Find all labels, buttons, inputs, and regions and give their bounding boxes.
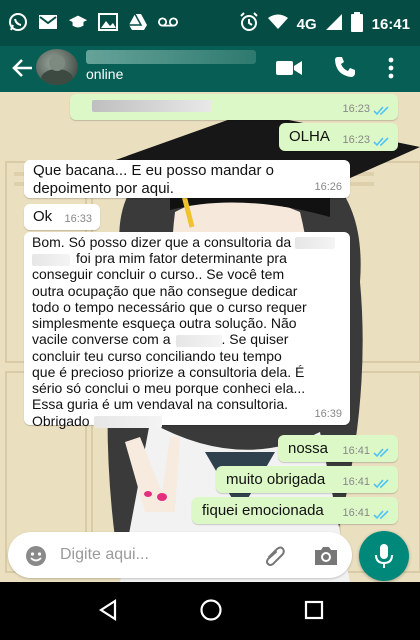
redacted-text [175, 334, 222, 347]
chat-area[interactable]: 16:23 OLHA 16:23 Que bacana... E eu poss… [0, 92, 420, 582]
message-time: 16:39 [314, 407, 342, 420]
message-bubble[interactable]: fiquei emocionada 16:41 [192, 497, 398, 524]
avatar[interactable] [36, 49, 78, 85]
read-ticks-icon [373, 106, 389, 116]
message-line: simplesmente esqueça outra solução. Não [32, 315, 297, 332]
system-nav-bar [0, 582, 420, 640]
nav-recent-icon[interactable] [303, 599, 325, 621]
message-time: 16:23 [342, 133, 370, 146]
message-bubble[interactable]: Que bacana... E eu posso mandar o depoim… [24, 160, 350, 198]
message-line: Obrigado [32, 413, 348, 429]
mail-icon [38, 12, 58, 32]
message-bubble[interactable]: Ok 16:33 [24, 204, 100, 230]
phone-icon[interactable] [333, 55, 357, 79]
message-line: concluir teu curso conciliando teu tempo [32, 347, 282, 364]
message-time: 16:41 [342, 506, 370, 519]
nav-home-icon[interactable] [199, 598, 223, 622]
message-text: Bom. Só posso dizer que a consultoria da… [32, 234, 348, 429]
message-time: 16:41 [342, 444, 370, 457]
message-line: vacile converse com a. Se quiser [32, 331, 289, 348]
read-ticks-icon [373, 448, 389, 458]
message-line: Bom. Só posso dizer que a consultoria da [32, 234, 348, 250]
message-text: fiquei emocionada [202, 502, 324, 519]
message-line: todo o tempo necessário que o curso requ… [32, 298, 307, 315]
clock: 16:41 [371, 15, 410, 33]
redacted-text [93, 415, 162, 428]
graduation-cap-icon [68, 12, 88, 32]
voicemail-icon [158, 12, 178, 32]
nav-back-icon[interactable] [97, 598, 119, 622]
message-bubble[interactable]: OLHA 16:23 [279, 123, 398, 151]
message-time: 16:41 [342, 475, 370, 488]
more-vert-icon[interactable] [385, 55, 397, 81]
mic-button[interactable] [359, 531, 409, 581]
gallery-icon [98, 12, 118, 32]
redacted-text [92, 100, 212, 112]
alarm-icon [239, 12, 259, 36]
attach-icon[interactable] [262, 543, 288, 569]
contact-status: online [86, 66, 124, 82]
redacted-text [32, 253, 70, 266]
message-time: 16:33 [64, 212, 92, 225]
message-bubble[interactable]: muito obrigada 16:41 [216, 466, 398, 493]
message-line: outra ocupação que não consegue dedicar [32, 282, 298, 299]
read-ticks-icon [373, 510, 389, 520]
system-indicators: 4G 16:41 [239, 12, 410, 36]
network-type: 4G [296, 15, 317, 33]
message-text: nossa [288, 440, 329, 457]
message-text: OLHA [289, 128, 330, 145]
message-line: foi pra mim fator determinante pra [32, 250, 348, 266]
signal-icon [325, 14, 342, 34]
whatsapp-icon [8, 12, 28, 32]
emoji-icon[interactable] [24, 544, 48, 568]
message-input-container: Digite aqui... [8, 532, 352, 578]
message-bubble[interactable]: Bom. Só posso dizer que a consultoria da… [24, 232, 350, 429]
redacted-text [295, 237, 336, 250]
read-ticks-icon [373, 137, 389, 147]
message-line: sério só conclui o meu porque conheci el… [32, 380, 306, 397]
camera-icon[interactable] [313, 544, 339, 568]
message-time: 16:23 [342, 102, 370, 115]
drive-icon [128, 12, 148, 32]
message-bubble[interactable]: 16:23 [70, 94, 398, 120]
message-text: Que bacana... E eu posso mandar o depoim… [33, 162, 279, 198]
message-text: muito obrigada [226, 471, 326, 488]
message-composer: Digite aqui... [0, 530, 420, 582]
message-text: Ok [33, 208, 53, 225]
message-line: conseguir concluir o curso.. Se você tem [32, 266, 285, 283]
notification-icons [8, 12, 178, 32]
battery-icon [350, 12, 363, 36]
read-ticks-icon [373, 479, 389, 489]
video-call-icon[interactable] [276, 57, 302, 79]
message-bubble[interactable]: nossa 16:41 [278, 435, 398, 462]
message-line: Essa guria é um vendaval na consultoria. [32, 396, 289, 413]
message-time: 16:26 [314, 180, 342, 193]
status-bar: 4G 16:41 [0, 0, 420, 46]
message-input[interactable]: Digite aqui... [60, 546, 149, 564]
chat-header: online [0, 46, 420, 92]
wifi-icon [267, 14, 288, 34]
contact-name[interactable] [86, 50, 256, 64]
mic-icon [375, 544, 393, 568]
back-arrow-icon[interactable] [10, 54, 36, 82]
message-line: que é precioso priorize a consultoria de… [32, 363, 305, 380]
